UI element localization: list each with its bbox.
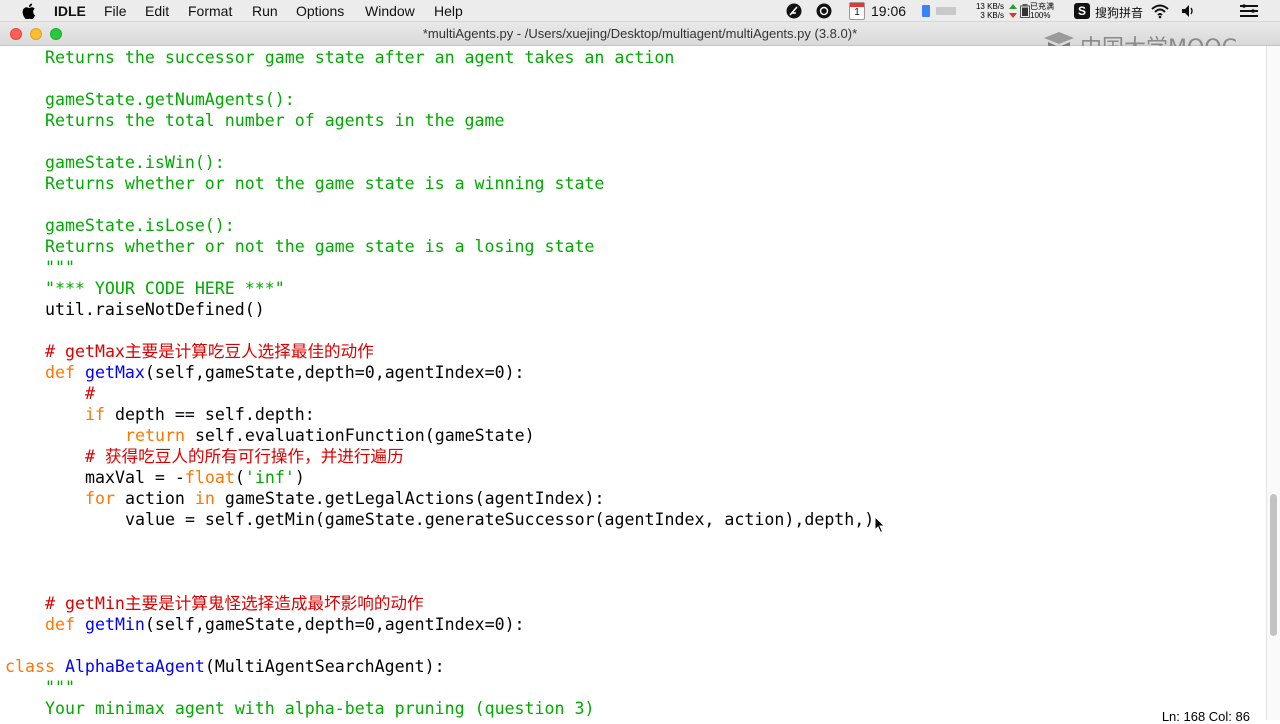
code-line[interactable]: Returns whether or not the game state is… bbox=[5, 173, 604, 194]
feather-icon[interactable] bbox=[786, 3, 802, 19]
string-literal: 'inf' bbox=[244, 468, 295, 487]
builtin-float: float bbox=[184, 468, 235, 487]
code-line[interactable]: def getMax(self,gameState,depth=0,agentI… bbox=[45, 362, 525, 383]
code-line[interactable]: util.raiseNotDefined() bbox=[5, 299, 265, 320]
code-text: (self,gameState,depth=0,agentIndex=0): bbox=[144, 363, 525, 382]
code-comment-line[interactable]: # 获得吃豆人的所有可行操作，并进行遍历 bbox=[85, 446, 404, 467]
code-line[interactable]: Your minimax agent with alpha-beta pruni… bbox=[45, 698, 594, 719]
wifi-icon[interactable] bbox=[1150, 3, 1170, 19]
keyword-class: class bbox=[5, 657, 65, 676]
function-name: getMax bbox=[84, 363, 145, 382]
camera-shutter-icon[interactable] bbox=[816, 3, 832, 19]
code-line[interactable]: gameState.getNumAgents(): bbox=[5, 89, 295, 110]
net-up-speed: 13 KB/s bbox=[975, 2, 1004, 11]
code-line[interactable]: Returns the total number of agents in th… bbox=[5, 110, 505, 131]
battery-status: 已充满 bbox=[1030, 2, 1054, 11]
class-name: AlphaBetaAgent bbox=[64, 657, 205, 676]
menu-help[interactable]: Help bbox=[434, 3, 463, 19]
function-name: getMin bbox=[84, 615, 145, 634]
vertical-scrollbar[interactable] bbox=[1266, 46, 1280, 720]
keyword-if: if bbox=[85, 405, 105, 424]
code-text: depth == self.depth: bbox=[104, 405, 315, 424]
menu-format[interactable]: Format bbox=[188, 3, 232, 19]
keyword-def: def bbox=[45, 363, 85, 382]
memory-bar-icon[interactable] bbox=[936, 7, 956, 15]
code-line[interactable]: gameState.isWin(): bbox=[5, 152, 225, 173]
menu-edit[interactable]: Edit bbox=[145, 3, 169, 19]
calendar-day: 1 bbox=[854, 7, 860, 18]
up-down-arrows-icon bbox=[1009, 4, 1017, 18]
code-comment-line[interactable]: # getMin主要是计算鬼怪选择造成最坏影响的动作 bbox=[45, 593, 424, 614]
input-method-label[interactable]: 搜狗拼音 bbox=[1095, 4, 1143, 21]
code-line-current[interactable]: value = self.getMin(gameState.generateSu… bbox=[125, 509, 874, 530]
battery-percent: 100% bbox=[1030, 11, 1051, 20]
keyword-def: def bbox=[45, 615, 85, 634]
code-line[interactable]: return self.evaluationFunction(gameState… bbox=[125, 425, 535, 446]
network-speed[interactable]: 13 KB/s 3 KB/s bbox=[966, 2, 1004, 20]
menu-window[interactable]: Window bbox=[365, 3, 415, 19]
mouse-pointer-icon bbox=[874, 516, 886, 534]
code-line[interactable]: for action in gameState.getLegalActions(… bbox=[85, 488, 605, 509]
menubar-clock[interactable]: 19:06 bbox=[871, 3, 906, 19]
code-text: (self,gameState,depth=0,agentIndex=0): bbox=[144, 615, 525, 634]
keyword-return: return bbox=[125, 426, 185, 445]
code-text: ) bbox=[294, 468, 305, 487]
sogou-input-icon[interactable]: S bbox=[1074, 3, 1090, 19]
keyword-for: for bbox=[85, 489, 115, 508]
code-text: self.evaluationFunction(gameState) bbox=[184, 426, 535, 445]
keyword-in: in bbox=[194, 489, 215, 508]
app-menu-idle[interactable]: IDLE bbox=[54, 3, 86, 19]
battery-text[interactable]: 已充满 100% bbox=[1030, 2, 1062, 20]
code-text: ( bbox=[234, 468, 245, 487]
code-text: gameState.getLegalActions(agentIndex): bbox=[214, 489, 605, 508]
apple-icon[interactable] bbox=[22, 3, 36, 19]
volume-icon[interactable] bbox=[1181, 4, 1197, 18]
code-line[interactable]: """ bbox=[5, 257, 75, 278]
code-text: (MultiAgentSearchAgent): bbox=[204, 657, 445, 676]
menu-file[interactable]: File bbox=[104, 3, 127, 19]
code-line[interactable]: Returns the successor game state after a… bbox=[5, 47, 674, 68]
calendar-icon[interactable]: 1 bbox=[849, 2, 865, 20]
code-line[interactable]: if depth == self.depth: bbox=[85, 404, 315, 425]
scrollbar-thumb[interactable] bbox=[1270, 494, 1277, 636]
menu-options[interactable]: Options bbox=[296, 3, 344, 19]
code-line[interactable]: gameState.isLose(): bbox=[5, 215, 235, 236]
code-line[interactable]: """ bbox=[45, 677, 75, 698]
code-editor[interactable]: Returns the successor game state after a… bbox=[0, 46, 1266, 720]
cursor-position-status: Ln: 168 Col: 86 bbox=[1161, 709, 1250, 724]
menu-bar: IDLE File Edit Format Run Options Window… bbox=[0, 0, 1280, 22]
code-text: action bbox=[114, 489, 195, 508]
code-line[interactable]: def getMin(self,gameState,depth=0,agentI… bbox=[45, 614, 525, 635]
code-line[interactable]: class AlphaBetaAgent(MultiAgentSearchAge… bbox=[5, 656, 445, 677]
net-down-speed: 3 KB/s bbox=[980, 11, 1004, 20]
code-line[interactable]: "*** YOUR CODE HERE ***" bbox=[5, 278, 285, 299]
control-center-icon[interactable] bbox=[1240, 4, 1258, 18]
battery-icon[interactable] bbox=[1020, 4, 1030, 18]
menu-run[interactable]: Run bbox=[252, 3, 278, 19]
code-comment-line[interactable]: # bbox=[85, 383, 95, 404]
app-status-icon[interactable] bbox=[922, 5, 930, 17]
code-text: maxVal = - bbox=[85, 468, 185, 487]
code-comment-line[interactable]: # getMax主要是计算吃豆人选择最佳的动作 bbox=[45, 341, 374, 362]
code-line[interactable]: maxVal = -float('inf') bbox=[85, 467, 305, 488]
code-line[interactable]: Returns whether or not the game state is… bbox=[5, 236, 594, 257]
